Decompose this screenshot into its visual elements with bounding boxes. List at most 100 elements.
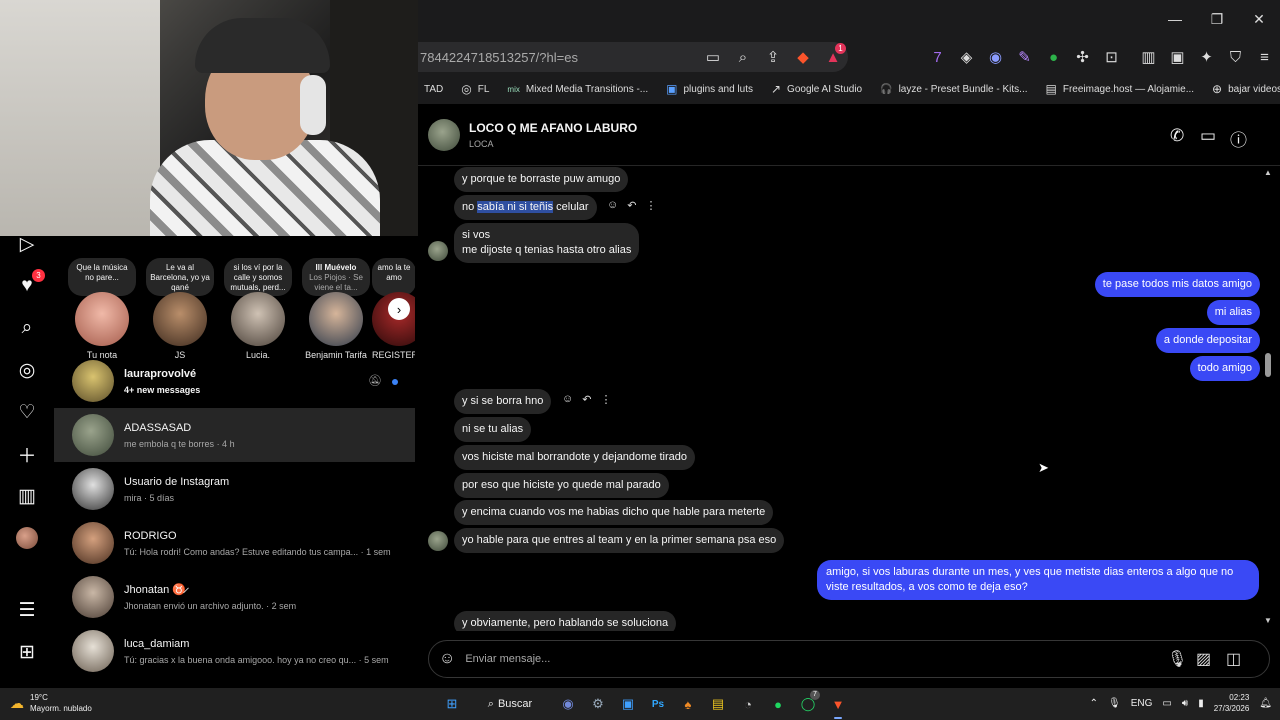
thread-item[interactable]: Jhonatan ♉̷ Jhonatan envió un archivo ad…	[54, 570, 415, 624]
language-indicator[interactable]: ENG	[1131, 698, 1153, 709]
more-options-icon[interactable]: ⋮	[600, 393, 611, 406]
brave-rewards-icon[interactable]: ▲ 1	[818, 42, 848, 66]
address-bar[interactable]: 7844224718513257/?hl=es ▭ ⌕ ⇪ ◆ ▲ 1	[418, 42, 848, 72]
sidebar-toggle-icon[interactable]: ▥	[1134, 44, 1163, 70]
extension-diamond-icon[interactable]: ◈	[952, 44, 981, 70]
message-outgoing[interactable]: todo amigo	[1189, 356, 1260, 381]
message-outgoing[interactable]: a donde depositar	[1155, 328, 1260, 353]
create-plus-icon[interactable]: ＋	[14, 441, 40, 467]
menu-icon[interactable]: ≡	[1250, 44, 1279, 70]
minimize-button[interactable]: —	[1154, 0, 1196, 38]
message-incoming[interactable]: si vos me dijoste q tenias hasta otro ali…	[454, 223, 640, 263]
note-item[interactable]: si los ví por la calle y somos mutuals, …	[224, 258, 292, 360]
message-incoming[interactable]: y porque te borraste puw amugo	[454, 167, 629, 192]
search-icon[interactable]: ⌕	[14, 315, 40, 341]
weather-widget[interactable]: ☁ 19°C Mayorm. nublado	[10, 692, 92, 714]
wallet-icon[interactable]: ▣	[1163, 44, 1192, 70]
message-incoming[interactable]: y si se borra hno	[454, 389, 552, 414]
message-input[interactable]	[465, 653, 1126, 665]
emoji-icon[interactable]: ☺	[439, 650, 455, 668]
fl-studio-app-icon[interactable]: ♠	[676, 692, 700, 716]
restore-button[interactable]: ❐	[1196, 0, 1238, 38]
brave-app-icon[interactable]: ▼	[826, 692, 850, 719]
phone-call-icon[interactable]: ✆	[1170, 126, 1184, 146]
tray-chevron-icon[interactable]: ⌃	[1090, 698, 1098, 709]
capcut-app-icon[interactable]: ◔	[736, 692, 760, 716]
tray-mic-icon[interactable]: 🎙︎	[1108, 698, 1121, 709]
more-menu-icon[interactable]: ☰	[14, 597, 40, 623]
thread-item-active[interactable]: ADASSASAD me embola q te borres · 4 h	[54, 408, 415, 462]
extension-green-icon[interactable]: ●	[1039, 44, 1068, 70]
photoshop-app-icon[interactable]: Ps	[646, 692, 670, 716]
whatsapp-app-icon[interactable]: ◯ 7	[796, 690, 820, 716]
messenger-icon[interactable]: ♥ 3	[14, 269, 45, 299]
image-upload-icon[interactable]: ▨	[1196, 649, 1211, 669]
message-incoming[interactable]: yo hable para que entres al team y en la…	[454, 528, 785, 553]
clock[interactable]: 02:23 27/3/2026	[1214, 692, 1250, 714]
message-outgoing[interactable]: te pase todos mis datos amigo	[1094, 272, 1260, 297]
explore-icon[interactable]: ◎	[14, 357, 40, 383]
spotify-app-icon[interactable]: ●	[766, 692, 790, 716]
dashboard-icon[interactable]: ▥	[14, 483, 40, 509]
bookmark-item[interactable]: mix Mixed Media Transitions -...	[507, 84, 648, 95]
extension-discord-icon[interactable]: ◉	[981, 44, 1010, 70]
sticker-icon[interactable]: ◫	[1226, 649, 1241, 669]
sender-avatar[interactable]	[428, 531, 448, 551]
extension-box-icon[interactable]: ⊡	[1097, 44, 1126, 70]
taskbar-search[interactable]: ⌕ Buscar	[470, 692, 550, 716]
message-outgoing[interactable]: amigo, si vos laburas durante un mes, y …	[817, 560, 1259, 600]
notifications-bell-icon[interactable]: 🔔︎	[1259, 698, 1272, 709]
scroll-down-icon[interactable]: ▼	[1264, 616, 1272, 625]
chat-title-block[interactable]: LOCO Q ME AFANO LABURO LOCA	[469, 121, 637, 149]
discord-app-icon[interactable]: ◉	[556, 692, 580, 716]
bookmark-item[interactable]: 🎧 layze - Preset Bundle - Kits...	[880, 84, 1027, 95]
terminal-app-icon[interactable]: ▣	[616, 692, 640, 716]
brave-shields-icon[interactable]: ◆	[788, 48, 818, 66]
vpn-icon[interactable]: ⛉	[1221, 44, 1250, 70]
extensions-puzzle-icon[interactable]: ✣	[1068, 44, 1097, 70]
info-icon[interactable]: ⓘ	[1230, 126, 1247, 151]
video-call-icon[interactable]: ▭	[1200, 126, 1216, 146]
bookmark-item[interactable]: ◎ FL	[461, 82, 489, 96]
network-icon[interactable]: ▭	[1162, 698, 1171, 709]
more-options-icon[interactable]: ⋮	[645, 199, 656, 212]
notes-app-icon[interactable]: ▤	[706, 692, 730, 716]
notes-next-arrow-icon[interactable]: ›	[388, 298, 410, 320]
zoom-icon[interactable]: ⌕	[728, 49, 758, 66]
react-emoji-icon[interactable]: ☺	[607, 199, 618, 212]
message-incoming[interactable]: ni se tu alias	[454, 417, 532, 442]
battery-icon[interactable]: ▮	[1198, 698, 1204, 709]
apps-grid-icon[interactable]: ⊞	[14, 639, 40, 665]
sender-avatar[interactable]	[428, 241, 448, 261]
thread-item[interactable]: Usuario de Instagram mira · 5 días	[54, 462, 415, 516]
chat-scrollbar[interactable]: ▲ ▼	[1264, 168, 1272, 630]
reply-icon[interactable]: ↶	[582, 393, 591, 406]
message-incoming[interactable]: por eso que hiciste yo quede mal parado	[454, 473, 669, 498]
leo-ai-icon[interactable]: ✦	[1192, 44, 1221, 70]
settings-app-icon[interactable]: ⚙	[586, 692, 610, 716]
share-icon[interactable]: ⇪	[758, 48, 788, 66]
bookmark-item[interactable]: ⊕ bajar videos	[1212, 82, 1280, 96]
microphone-icon[interactable]: 🎙︎	[1167, 649, 1187, 669]
thread-item[interactable]: luca_damiam Tú: gracias x la buena onda …	[54, 624, 415, 678]
react-emoji-icon[interactable]: ☺	[562, 393, 573, 406]
message-incoming[interactable]: y encima cuando vos me habias dicho que …	[454, 500, 774, 525]
scrollbar-thumb[interactable]	[1265, 353, 1271, 377]
message-incoming[interactable]: vos hiciste mal borrandote y dejandome t…	[454, 445, 696, 470]
extension-feather-icon[interactable]: ✎	[1010, 44, 1039, 70]
bookmark-item[interactable]: ▣ plugins and luts	[666, 82, 753, 96]
message-incoming[interactable]: y obviamente, pero hablando se soluciona	[454, 611, 677, 631]
note-item[interactable]: Le va al Barcelona, yo ya qané JS	[146, 258, 214, 360]
cast-icon[interactable]: ▭	[698, 48, 728, 66]
message-outgoing[interactable]: mi alias	[1206, 300, 1260, 325]
bookmark-item[interactable]: ▤ Freeimage.host — Alojamie...	[1046, 82, 1195, 96]
thread-item[interactable]: RODRIGO Tú: Hola rodri! Como andas? Estu…	[54, 516, 415, 570]
notifications-heart-icon[interactable]: ♡	[14, 399, 40, 425]
extension-7tv-icon[interactable]: 7	[923, 44, 952, 70]
note-item[interactable]: Ill Muévelo Los Piojos · Se viene el ta..…	[302, 258, 370, 360]
note-item[interactable]: Que la música no pare... Tu nota	[68, 258, 136, 360]
scroll-up-icon[interactable]: ▲	[1264, 168, 1272, 177]
profile-avatar[interactable]	[14, 525, 40, 551]
close-window-button[interactable]: ✕	[1238, 0, 1280, 38]
message-incoming[interactable]: no sabía ni si teñis celular	[454, 195, 597, 220]
